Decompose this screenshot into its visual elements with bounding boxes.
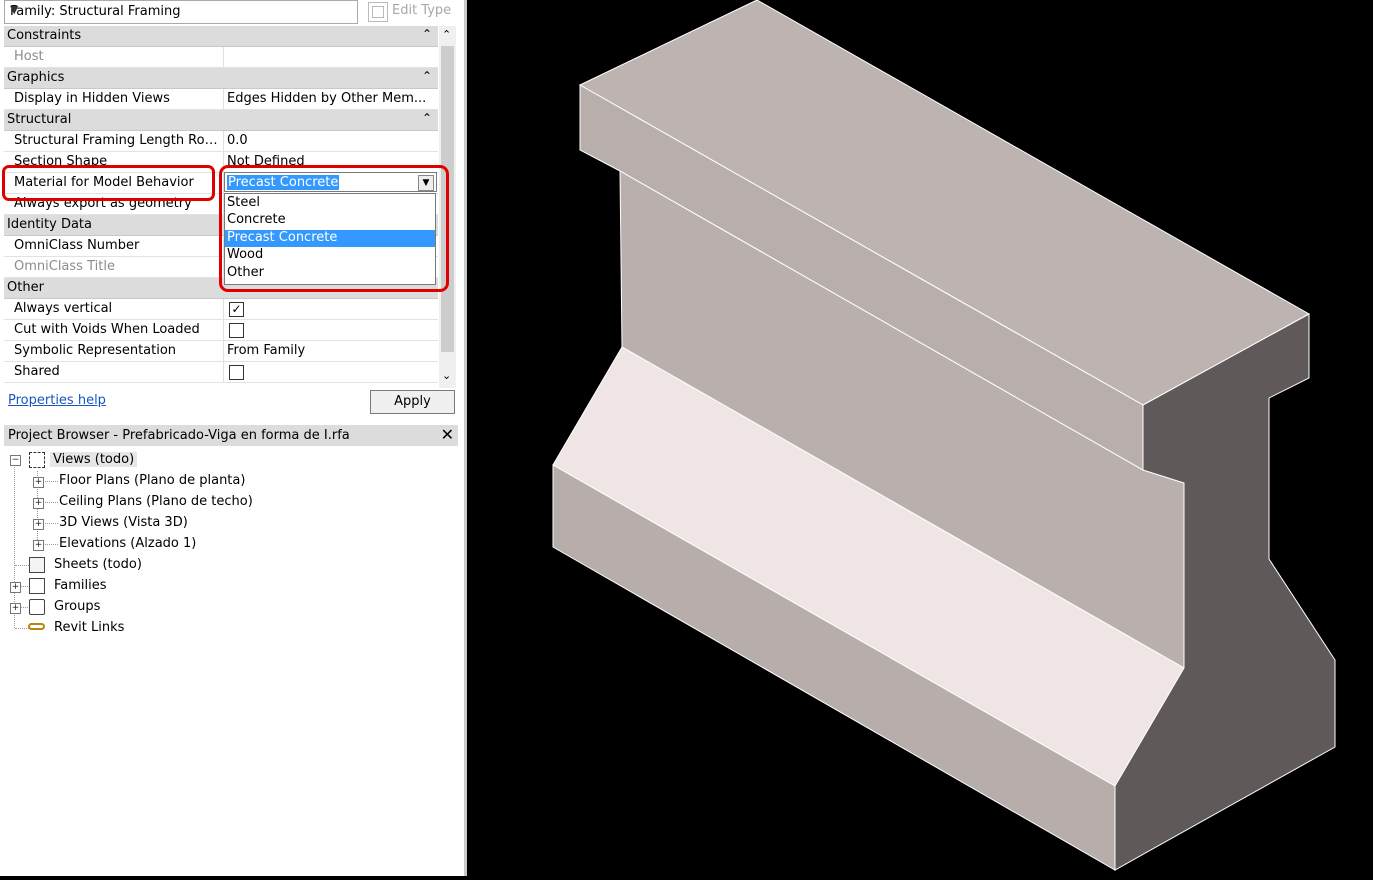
families-icon	[29, 578, 45, 594]
properties-help-link[interactable]: Properties help	[8, 393, 106, 408]
highlight-box-dropdown	[219, 165, 449, 292]
shared-checkbox[interactable]	[229, 365, 244, 380]
prop-row-display-hidden-views[interactable]: Display in Hidden Views Edges Hidden by …	[4, 89, 438, 110]
properties-panel: Family: Structural Framing ▼ Edit Type C…	[0, 0, 467, 876]
tree-item-views[interactable]: − Views (todo)	[4, 450, 304, 470]
prop-row-length-rounding[interactable]: Structural Framing Length Roun... 0.0	[4, 131, 438, 152]
collapse-icon[interactable]: ⌃	[422, 27, 432, 41]
sheets-icon	[29, 557, 45, 573]
always-vertical-checkbox[interactable]: ✓	[229, 302, 244, 317]
tree-item-sheets[interactable]: Sheets (todo)	[4, 555, 304, 575]
edit-type-button[interactable]: Edit Type	[366, 1, 460, 23]
prop-row-always-vertical[interactable]: Always vertical ✓	[4, 299, 438, 320]
tree-item-revit-links[interactable]: Revit Links	[4, 618, 304, 638]
tree-item-3d-views[interactable]: + 3D Views (Vista 3D)	[4, 513, 304, 533]
apply-button[interactable]: Apply	[370, 390, 455, 414]
3d-view-canvas[interactable]	[467, 0, 1373, 876]
prop-row-cut-with-voids[interactable]: Cut with Voids When Loaded	[4, 320, 438, 341]
prop-row-symbolic-representation[interactable]: Symbolic Representation From Family	[4, 341, 438, 362]
tree-item-floor-plans[interactable]: + Floor Plans (Plano de planta)	[4, 471, 304, 491]
expand-toggle[interactable]: +	[10, 603, 21, 614]
project-browser-title: Project Browser - Prefabricado-Viga en f…	[8, 428, 350, 443]
type-selector[interactable]: Family: Structural Framing ▼	[4, 0, 358, 24]
section-graphics[interactable]: Graphics ⌃	[4, 68, 438, 89]
prop-row-shared[interactable]: Shared	[4, 362, 438, 383]
link-icon	[28, 623, 45, 630]
expand-toggle[interactable]: +	[33, 477, 44, 488]
collapse-icon[interactable]: ⌃	[422, 111, 432, 125]
section-constraints[interactable]: Constraints ⌃	[4, 26, 438, 47]
prop-row-host[interactable]: Host	[4, 47, 438, 68]
section-structural[interactable]: Structural ⌃	[4, 110, 438, 131]
scroll-down-icon[interactable]: ⌄	[442, 369, 451, 382]
tree-item-groups[interactable]: + Groups	[4, 597, 304, 617]
scroll-up-icon[interactable]: ⌃	[442, 28, 451, 41]
precast-i-beam-model	[552, 0, 1336, 871]
collapse-toggle[interactable]: −	[10, 455, 21, 466]
tree-item-elevations[interactable]: + Elevations (Alzado 1)	[4, 534, 304, 554]
highlight-box-label	[2, 165, 215, 201]
groups-icon	[29, 599, 45, 615]
edit-type-icon	[368, 2, 388, 22]
tree-item-ceiling-plans[interactable]: + Ceiling Plans (Plano de techo)	[4, 492, 304, 512]
collapse-icon[interactable]: ⌃	[422, 69, 432, 83]
project-browser-tree: − Views (todo) + Floor Plans (Plano de p…	[4, 448, 458, 876]
project-browser-header: Project Browser - Prefabricado-Viga en f…	[4, 425, 458, 446]
expand-toggle[interactable]: +	[33, 540, 44, 551]
expand-toggle[interactable]: +	[10, 582, 21, 593]
expand-toggle[interactable]: +	[33, 519, 44, 530]
close-icon[interactable]: ✕	[441, 425, 454, 444]
views-icon	[29, 452, 45, 468]
tree-item-families[interactable]: + Families	[4, 576, 304, 596]
chevron-down-icon[interactable]: ▼	[10, 3, 354, 16]
expand-toggle[interactable]: +	[33, 498, 44, 509]
cut-with-voids-checkbox[interactable]	[229, 323, 244, 338]
